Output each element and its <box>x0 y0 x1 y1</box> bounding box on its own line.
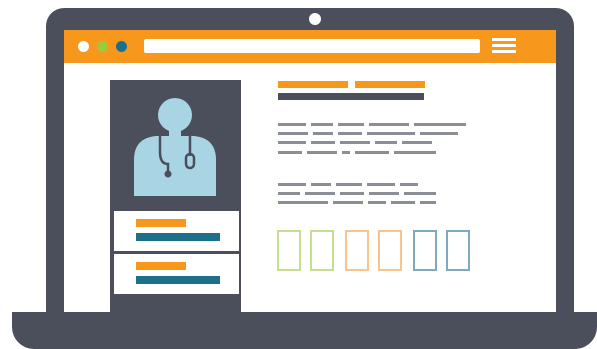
laptop-screen <box>64 30 556 312</box>
text-line <box>278 201 468 204</box>
profile-card <box>110 80 241 312</box>
color-swatch[interactable] <box>277 230 301 271</box>
info-bar-teal <box>136 276 220 284</box>
text-line <box>278 123 468 126</box>
profile-info-box <box>113 253 240 295</box>
text-line <box>278 132 468 135</box>
window-dot-green[interactable] <box>97 41 108 52</box>
subheading-bar <box>278 93 424 100</box>
color-swatch[interactable] <box>378 230 402 271</box>
color-swatch[interactable] <box>413 230 437 271</box>
text-line <box>278 141 468 144</box>
camera-icon <box>309 13 321 25</box>
text-line <box>278 183 468 186</box>
browser-top-bar <box>64 30 556 63</box>
heading-bar <box>355 81 425 88</box>
text-line <box>278 151 468 154</box>
color-swatch[interactable] <box>345 230 369 271</box>
info-bar-orange <box>136 219 186 227</box>
hamburger-menu-icon[interactable] <box>492 38 516 54</box>
window-dot-teal[interactable] <box>116 41 127 52</box>
laptop-base <box>12 312 597 349</box>
info-bar-orange <box>136 262 186 270</box>
heading-bar <box>278 81 348 88</box>
address-bar[interactable] <box>144 39 480 53</box>
window-dot-white[interactable] <box>78 41 89 52</box>
color-swatch[interactable] <box>310 230 334 271</box>
text-line <box>278 192 468 195</box>
doctor-avatar-icon <box>134 98 216 196</box>
profile-info-box <box>113 210 240 252</box>
color-swatch[interactable] <box>446 230 470 271</box>
info-bar-teal <box>136 233 220 241</box>
